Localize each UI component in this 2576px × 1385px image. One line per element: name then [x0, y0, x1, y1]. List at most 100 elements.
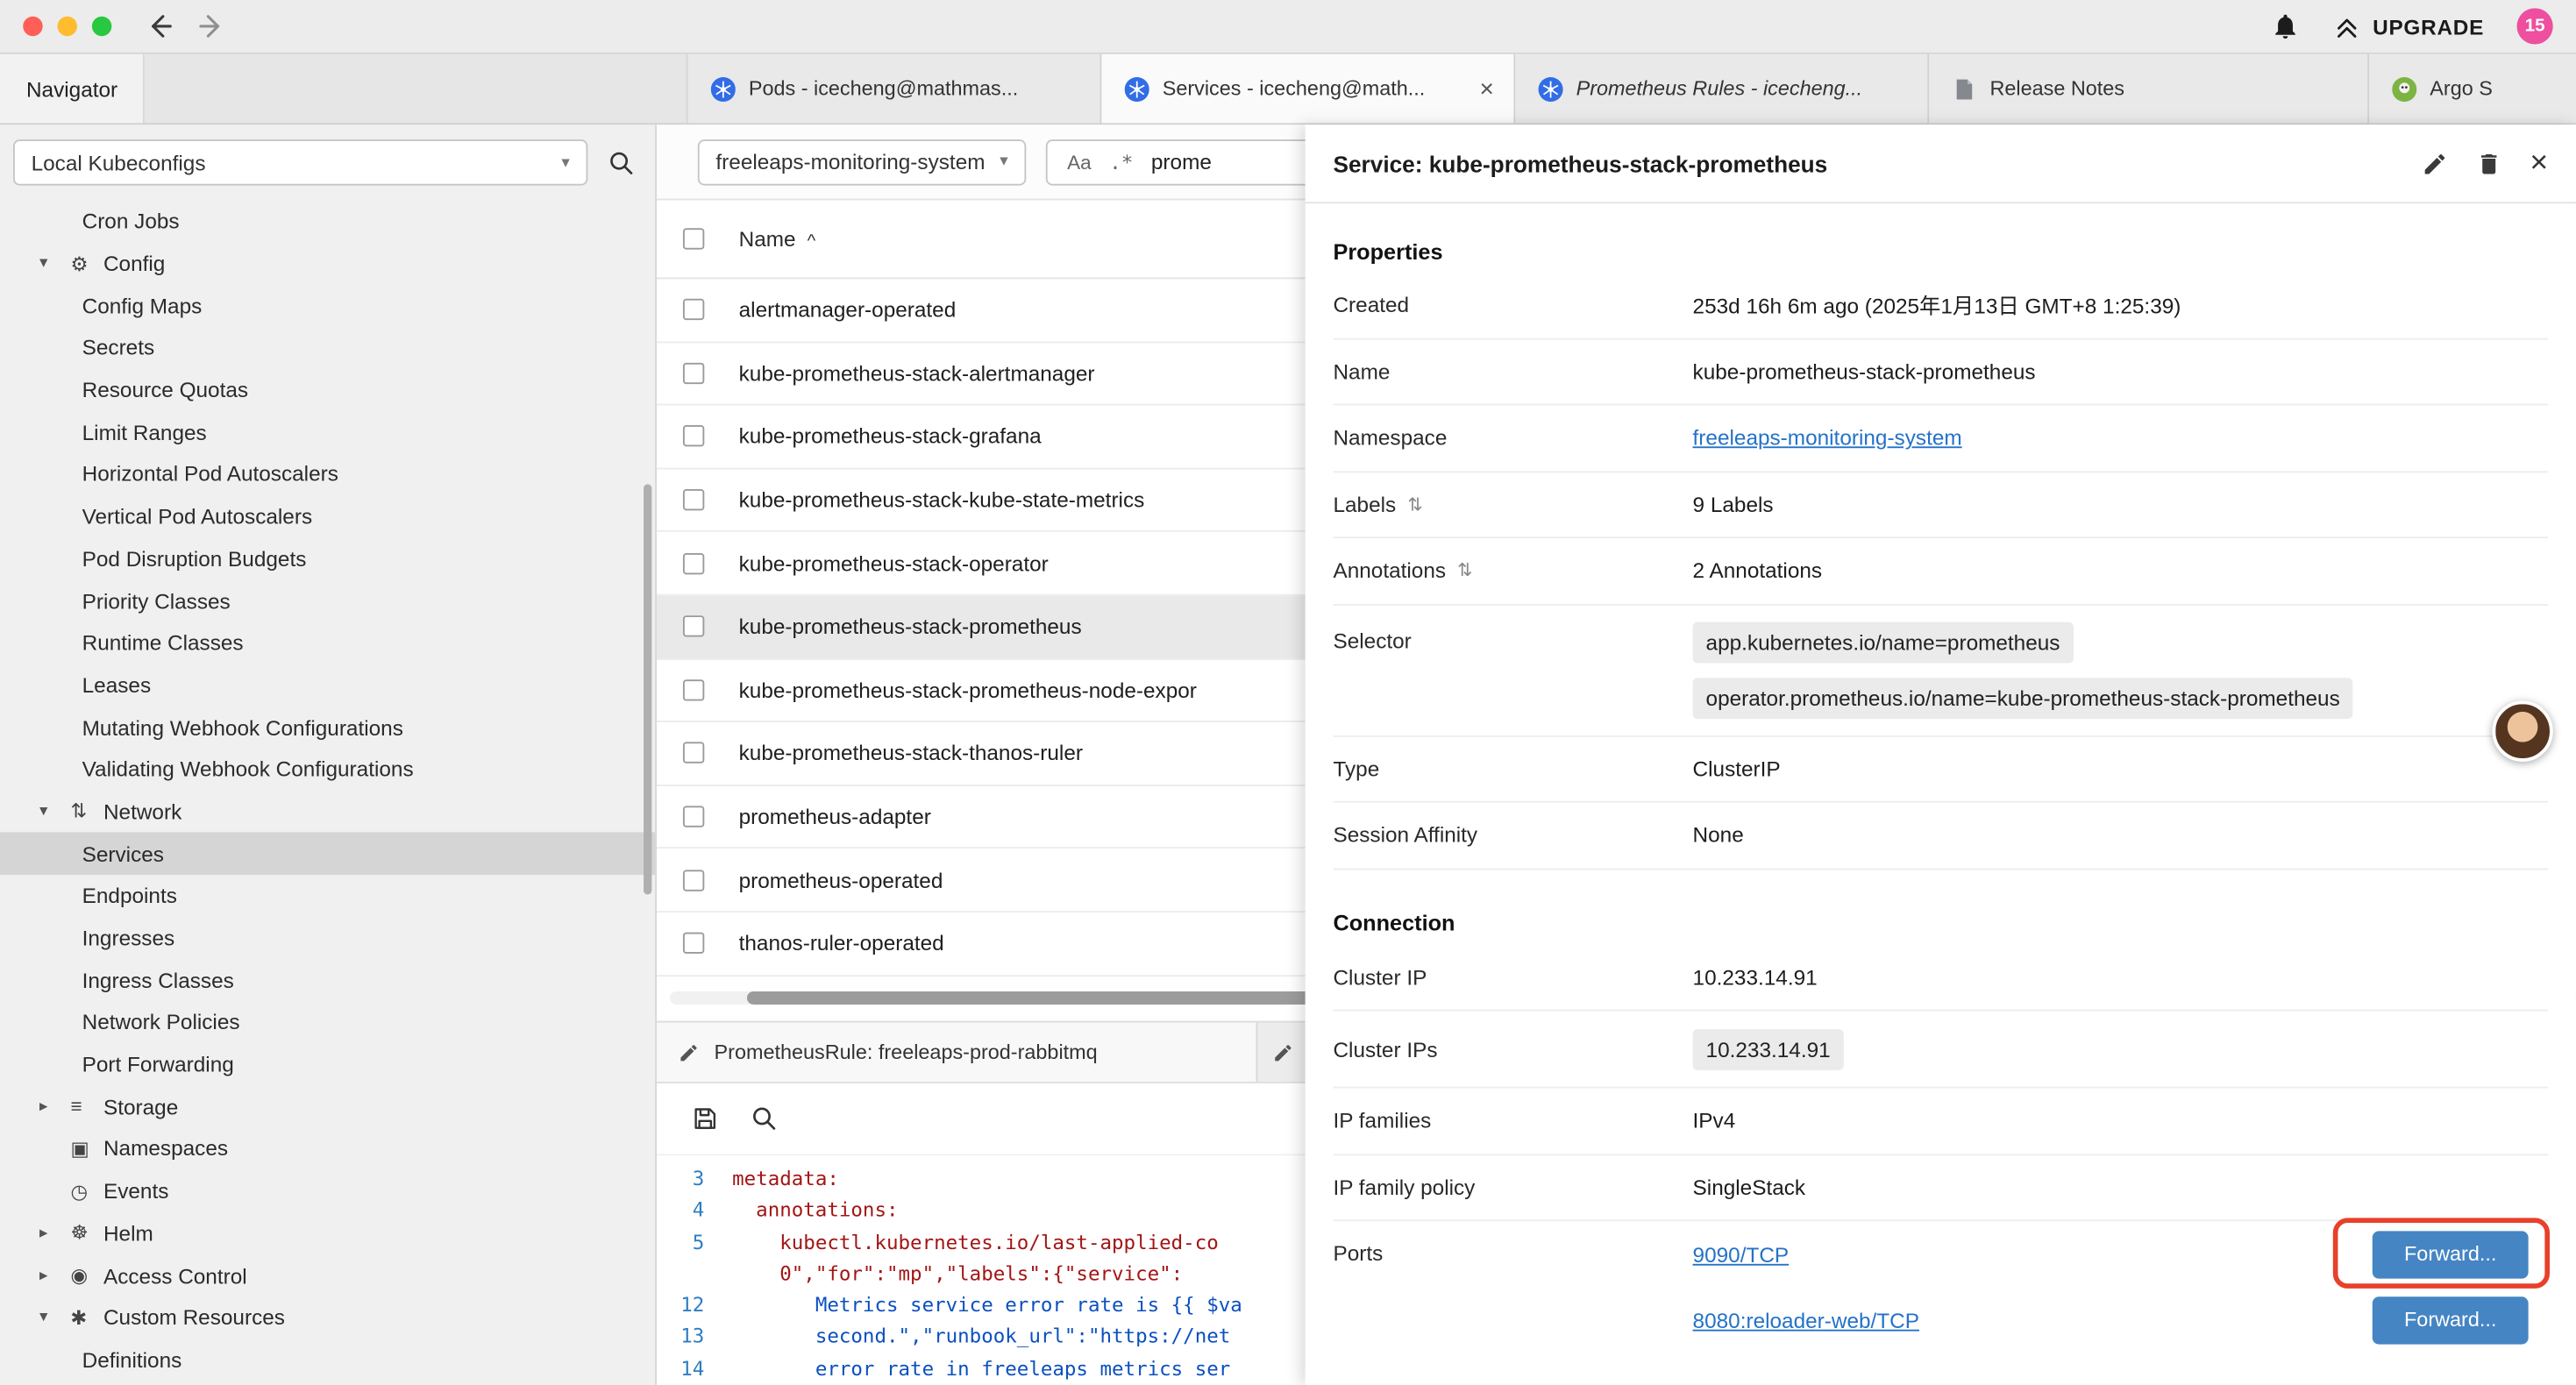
- chevron-right-icon[interactable]: ▸: [39, 1267, 71, 1285]
- chevron-down-icon[interactable]: ▾: [39, 254, 71, 273]
- sidebar-item-mutating-webhook-configurations[interactable]: Mutating Webhook Configurations: [0, 707, 655, 749]
- namespace-selector[interactable]: freeleaps-monitoring-system ▾: [698, 138, 1027, 184]
- tab-prometheus-rules[interactable]: Prometheus Rules - icecheng...: [1515, 54, 1929, 124]
- forward-icon[interactable]: [197, 11, 227, 41]
- forward-button[interactable]: Forward...: [2373, 1230, 2529, 1277]
- sidebar-item-storage[interactable]: ▸≡Storage: [0, 1086, 655, 1128]
- row-checkbox[interactable]: [683, 806, 704, 827]
- row-value[interactable]: 2 Annotations: [1693, 558, 2549, 583]
- edit-icon[interactable]: [2422, 150, 2448, 176]
- sidebar-search-icon[interactable]: [608, 148, 636, 176]
- sidebar-item-events[interactable]: ◷Events: [0, 1170, 655, 1212]
- chevron-right-icon[interactable]: ▸: [39, 1225, 71, 1243]
- port-link-9090[interactable]: 9090/TCP: [1693, 1242, 1790, 1267]
- sidebar-item-custom-resources[interactable]: ▾✱Custom Resources: [0, 1296, 655, 1339]
- row-checkbox[interactable]: [683, 299, 704, 320]
- chevron-down-icon: ▾: [561, 153, 569, 172]
- sidebar-item-port-forwarding[interactable]: Port Forwarding: [0, 1043, 655, 1085]
- column-header-name[interactable]: Name ^: [739, 226, 816, 251]
- chevron-down-icon[interactable]: ▾: [39, 1309, 71, 1327]
- sidebar-item-helm[interactable]: ▸☸Helm: [0, 1212, 655, 1254]
- row-checkbox[interactable]: [683, 679, 704, 700]
- chevron-down-icon[interactable]: ▾: [39, 803, 71, 821]
- sidebar-item-resource-quotas[interactable]: Resource Quotas: [0, 369, 655, 411]
- sidebar-item-label: Priority Classes: [82, 588, 231, 613]
- match-case-toggle[interactable]: Aa: [1067, 150, 1092, 173]
- row-checkbox[interactable]: [683, 552, 704, 573]
- sidebar-item-label: Services: [82, 842, 164, 866]
- dock-tab-partial[interactable]: [1257, 1023, 1306, 1082]
- row-checkbox[interactable]: [683, 426, 704, 447]
- sidebar-item-secrets[interactable]: Secrets: [0, 327, 655, 369]
- search-query: prome: [1151, 149, 1212, 174]
- tab-label: Services - icecheng@math...: [1163, 77, 1463, 100]
- sidebar-item-cron-jobs[interactable]: Cron Jobs: [0, 200, 655, 242]
- tab-argo[interactable]: Argo S: [2369, 54, 2576, 124]
- row-value: kube-prometheus-stack-prometheus: [1693, 359, 2549, 384]
- row-checkbox[interactable]: [683, 363, 704, 384]
- row-checkbox[interactable]: [683, 933, 704, 954]
- sidebar-item-config[interactable]: ▾⚙Config: [0, 243, 655, 285]
- sidebar-item-network[interactable]: ▾⇅Network: [0, 791, 655, 833]
- notifications-bell-icon[interactable]: [2271, 11, 2301, 41]
- namespace-link[interactable]: freeleaps-monitoring-system: [1693, 425, 1962, 450]
- tab-services[interactable]: Services - icecheng@math... ×: [1101, 54, 1515, 124]
- chevron-right-icon[interactable]: ▸: [39, 1097, 71, 1116]
- sidebar-item-priority-classes[interactable]: Priority Classes: [0, 579, 655, 621]
- upgrade-button[interactable]: UPGRADE: [2333, 12, 2484, 40]
- row-value[interactable]: 9 Labels: [1693, 492, 2549, 516]
- sidebar-item-horizontal-pod-autoscalers[interactable]: Horizontal Pod Autoscalers: [0, 453, 655, 495]
- sidebar-item-ingresses[interactable]: Ingresses: [0, 917, 655, 959]
- sidebar-item-namespaces[interactable]: ▣Namespaces: [0, 1128, 655, 1170]
- close-window-button[interactable]: [23, 17, 42, 36]
- sort-asc-icon: ^: [808, 231, 816, 251]
- close-drawer-icon[interactable]: ×: [2530, 148, 2548, 180]
- notification-count-badge[interactable]: 15: [2517, 8, 2553, 44]
- row-checkbox[interactable]: [683, 742, 704, 764]
- row-labels: Labels ⇅ 9 Labels: [1333, 472, 2548, 538]
- regex-toggle[interactable]: .*: [1109, 150, 1133, 173]
- sidebar-item-pod-disruption-budgets[interactable]: Pod Disruption Budgets: [0, 537, 655, 579]
- port-link-8080-reloader-web[interactable]: 8080:reloader-web/TCP: [1693, 1307, 1919, 1332]
- sidebar-item-access-control[interactable]: ▸◉Access Control: [0, 1254, 655, 1296]
- sidebar-item-runtime-classes[interactable]: Runtime Classes: [0, 621, 655, 664]
- kubeconfig-selector[interactable]: Local Kubeconfigs ▾: [13, 139, 587, 185]
- document-icon: [1952, 76, 1976, 101]
- user-avatar[interactable]: [2492, 701, 2552, 762]
- sidebar-item-config-maps[interactable]: Config Maps: [0, 285, 655, 327]
- sidebar-item-network-policies[interactable]: Network Policies: [0, 1001, 655, 1043]
- row-checkbox[interactable]: [683, 489, 704, 510]
- dock-tab-prometheusrule[interactable]: PrometheusRule: freeleaps-prod-rabbitmq: [657, 1023, 1257, 1082]
- row-checkbox[interactable]: [683, 616, 704, 637]
- save-icon[interactable]: [691, 1104, 719, 1133]
- sidebar-item-services[interactable]: Services: [0, 833, 655, 875]
- sidebar-item-label: Secrets: [82, 336, 155, 360]
- line-number: 5: [657, 1227, 732, 1259]
- close-tab-icon[interactable]: ×: [1477, 76, 1498, 101]
- sidebar-item-label: Cron Jobs: [82, 209, 180, 233]
- sidebar-item-definitions[interactable]: Definitions: [0, 1339, 655, 1381]
- row-checkbox[interactable]: [683, 870, 704, 891]
- expand-collapse-icon[interactable]: ⇅: [1407, 494, 1422, 515]
- forward-button[interactable]: Forward...: [2373, 1296, 2529, 1343]
- tab-pods[interactable]: Pods - icecheng@mathmas...: [688, 54, 1102, 124]
- minimize-window-button[interactable]: [58, 17, 77, 36]
- sidebar-item-validating-webhook-configurations[interactable]: Validating Webhook Configurations: [0, 749, 655, 791]
- sidebar-item-leases[interactable]: Leases: [0, 664, 655, 707]
- delete-icon[interactable]: [2476, 150, 2502, 176]
- sidebar-item-endpoints[interactable]: Endpoints: [0, 875, 655, 917]
- editor-search-icon[interactable]: [751, 1104, 779, 1133]
- row-label-text: Labels: [1333, 492, 1396, 516]
- sidebar-scrollbar[interactable]: [644, 484, 651, 894]
- sidebar-item-vertical-pod-autoscalers[interactable]: Vertical Pod Autoscalers: [0, 495, 655, 537]
- expand-collapse-icon[interactable]: ⇅: [1457, 560, 1472, 581]
- sidebar-item-ingress-classes[interactable]: Ingress Classes: [0, 959, 655, 1001]
- sidebar-item-limit-ranges[interactable]: Limit Ranges: [0, 411, 655, 453]
- sidebar-item-label: Mutating Webhook Configurations: [82, 715, 403, 740]
- back-icon[interactable]: [145, 11, 174, 41]
- double-chevron-up-icon: [2333, 12, 2361, 40]
- tab-release-notes[interactable]: Release Notes: [1929, 54, 2369, 124]
- maximize-window-button[interactable]: [92, 17, 111, 36]
- select-all-checkbox[interactable]: [683, 228, 704, 249]
- pencil-icon: [678, 1041, 699, 1062]
